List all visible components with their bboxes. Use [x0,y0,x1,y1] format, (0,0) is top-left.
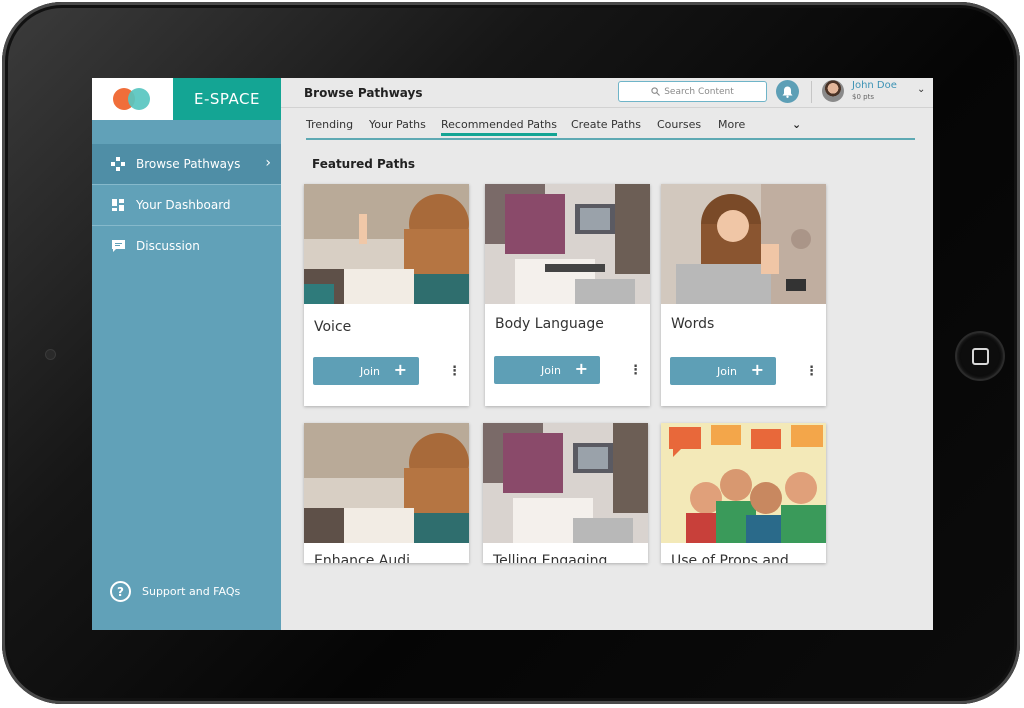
notifications-button[interactable] [776,80,799,103]
card-image [304,184,469,304]
join-button[interactable]: Join + [670,357,776,385]
card-image [304,423,469,543]
join-label: Join [717,364,738,378]
camera-icon [46,350,55,359]
logo[interactable] [92,78,173,120]
home-square-icon [971,347,989,365]
dashboard-icon [110,197,126,213]
sidebar-item-label: Your Dashboard [136,198,231,212]
card-title: Body Language [495,316,604,332]
home-button[interactable] [957,333,1003,379]
support-label: Support and FAQs [142,585,241,598]
join-label: Join [360,364,381,378]
avatar[interactable] [822,80,844,102]
pathways-icon [110,156,126,172]
tab-more[interactable]: More [718,118,745,131]
card-title: Words [671,316,715,332]
header-divider-line [281,107,933,108]
help-icon: ? [110,581,131,602]
sidebar-item-label: Browse Pathways [136,157,241,171]
tab-recommended-paths[interactable]: Recommended Paths [441,118,557,136]
card-title: Enhance Audi... [314,553,424,563]
join-button[interactable]: Join + [313,357,419,385]
user-name[interactable]: John Doe [852,80,897,91]
header-divider [811,81,812,103]
plus-icon: + [574,359,588,378]
path-card[interactable]: Telling Engaging... [483,423,648,563]
card-image [661,423,826,543]
card-image [485,184,650,304]
path-card[interactable]: Voice Join + ⋮ [304,184,469,406]
join-label: Join [541,363,562,377]
tab-your-paths[interactable]: Your Paths [369,118,426,131]
section-title: Featured Paths [312,157,416,171]
sidebar-item-label: Discussion [136,239,200,253]
more-options-icon[interactable]: ⋮ [805,364,818,379]
page-title: Browse Pathways [304,86,423,100]
plus-icon: + [750,360,764,379]
card-image [661,184,826,304]
brand-name: E-SPACE [173,78,281,120]
chevron-down-icon[interactable]: ⌄ [792,118,801,131]
tab-bar: Trending Your Paths Recommended Paths Cr… [306,118,915,140]
app-screen: E-SPACE Browse Pathways › Your Dashboard [92,78,933,630]
plus-icon: + [393,360,407,379]
tab-courses[interactable]: Courses [657,118,701,131]
main-content: Browse Pathways Search Content John Doe … [281,78,933,630]
card-title: Telling Engaging... [493,553,621,563]
sidebar-item-discussion[interactable]: Discussion [92,226,281,266]
search-input[interactable]: Search Content [618,81,767,102]
more-options-icon[interactable]: ⋮ [448,364,461,379]
chevron-right-icon: › [265,155,271,171]
chevron-down-icon[interactable]: ⌄ [917,84,925,95]
tab-create-paths[interactable]: Create Paths [571,118,641,131]
tab-trending[interactable]: Trending [306,118,353,131]
path-card[interactable]: Body Language Join + ⋮ [485,184,650,406]
sidebar-item-browse-pathways[interactable]: Browse Pathways › [92,144,281,185]
sidebar: E-SPACE Browse Pathways › Your Dashboard [92,78,281,630]
path-card[interactable]: Enhance Audi... [304,423,469,563]
path-card[interactable]: Use of Props and... [661,423,826,563]
search-placeholder: Search Content [664,86,734,97]
path-card[interactable]: Words Join + ⋮ [661,184,826,406]
card-title: Use of Props and... [671,553,803,563]
bell-icon [782,86,793,98]
sidebar-nav: Browse Pathways › Your Dashboard Discuss… [92,144,281,266]
chat-bubble-icon [110,238,126,254]
card-image [483,423,648,543]
logo-teal-circle [128,88,150,110]
join-button[interactable]: Join + [494,356,600,384]
more-options-icon[interactable]: ⋮ [629,363,642,378]
search-icon [651,87,661,96]
sidebar-item-your-dashboard[interactable]: Your Dashboard [92,185,281,226]
user-points: $0 pts [852,93,874,101]
support-faqs-link[interactable]: ? Support and FAQs [110,581,240,602]
card-title: Voice [314,319,352,335]
